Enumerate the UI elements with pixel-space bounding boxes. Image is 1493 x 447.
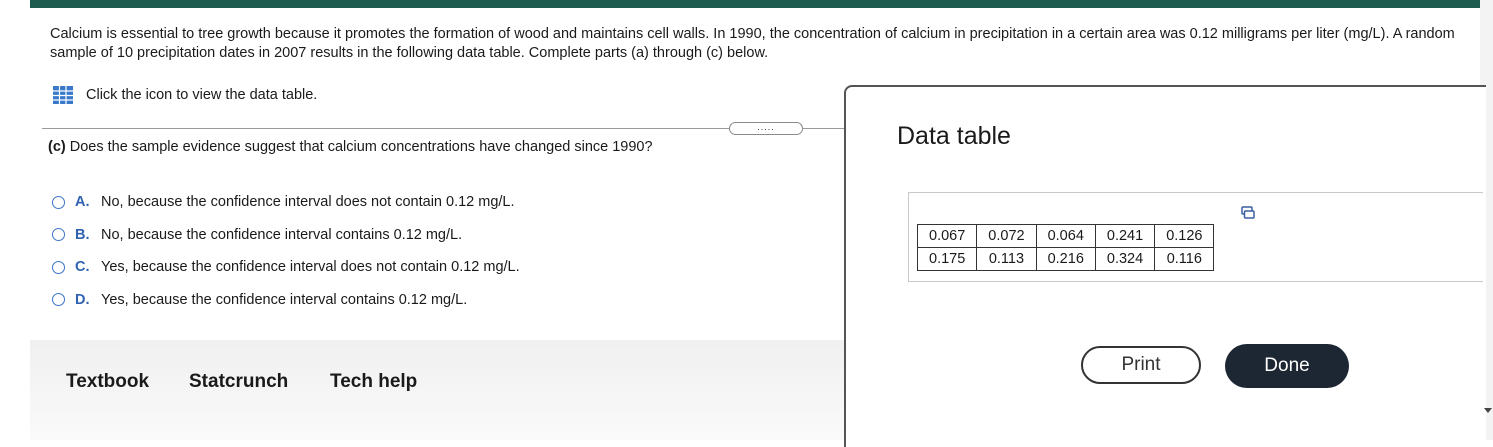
question-body: Does the sample evidence suggest that ca… xyxy=(69,139,653,155)
footer-bar xyxy=(30,340,846,440)
table-row: 0.067 0.072 0.064 0.241 0.126 xyxy=(916,224,1215,248)
option-c[interactable]: C. Yes, because the confidence interval … xyxy=(52,251,520,284)
tech-help-link[interactable]: Tech help xyxy=(330,371,417,393)
table-cell: 0.113 xyxy=(976,247,1037,271)
done-button[interactable]: Done xyxy=(1225,344,1349,388)
option-text[interactable]: No, because the confidence interval cont… xyxy=(101,227,462,243)
question-part: (c) xyxy=(48,139,66,155)
table-cell: 0.116 xyxy=(1154,247,1215,271)
table-row: 0.175 0.113 0.216 0.324 0.116 xyxy=(916,247,1215,271)
table-cell: 0.126 xyxy=(1154,224,1215,248)
answer-options: A. No, because the confidence interval d… xyxy=(52,186,520,316)
expand-handle[interactable]: ..... xyxy=(729,122,803,135)
question-text: (c) Does the sample evidence suggest tha… xyxy=(48,139,653,155)
top-header-bar xyxy=(30,0,1480,8)
option-text[interactable]: Yes, because the confidence interval doe… xyxy=(101,259,520,275)
radio-button[interactable] xyxy=(52,195,65,209)
dialog-title: Data table xyxy=(897,122,1011,150)
option-letter: C. xyxy=(75,259,90,276)
copy-icon[interactable] xyxy=(1241,206,1255,220)
option-b[interactable]: B. No, because the confidence interval c… xyxy=(52,219,520,252)
table-cell: 0.324 xyxy=(1094,247,1156,271)
problem-intro: Calcium is essential to tree growth beca… xyxy=(50,26,1455,61)
table-cell: 0.241 xyxy=(1094,224,1156,248)
table-cell: 0.216 xyxy=(1035,247,1096,271)
option-letter: B. xyxy=(75,226,90,243)
radio-button[interactable] xyxy=(52,260,65,274)
table-cell: 0.067 xyxy=(916,224,978,248)
scroll-down-icon[interactable] xyxy=(1484,408,1492,413)
radio-button[interactable] xyxy=(52,228,65,242)
textbook-link[interactable]: Textbook xyxy=(66,371,149,393)
section-divider xyxy=(42,128,848,129)
table-cell: 0.064 xyxy=(1035,224,1096,248)
option-text[interactable]: Yes, because the confidence interval con… xyxy=(101,292,467,308)
option-a[interactable]: A. No, because the confidence interval d… xyxy=(52,186,520,219)
option-d[interactable]: D. Yes, because the confidence interval … xyxy=(52,284,520,317)
print-button[interactable]: Print xyxy=(1081,346,1201,384)
view-data-table-link[interactable]: Click the icon to view the data table. xyxy=(52,85,317,105)
view-link-label[interactable]: Click the icon to view the data table. xyxy=(86,87,317,103)
data-table: 0.067 0.072 0.064 0.241 0.126 0.175 0.11… xyxy=(916,224,1215,271)
option-text[interactable]: No, because the confidence interval does… xyxy=(101,194,515,210)
table-cell: 0.072 xyxy=(976,224,1037,248)
table-cell: 0.175 xyxy=(916,247,978,271)
radio-button[interactable] xyxy=(52,293,65,307)
option-letter: D. xyxy=(75,291,90,308)
table-grid-icon[interactable] xyxy=(52,85,74,105)
option-letter: A. xyxy=(75,194,90,211)
statcrunch-link[interactable]: Statcrunch xyxy=(189,371,288,393)
